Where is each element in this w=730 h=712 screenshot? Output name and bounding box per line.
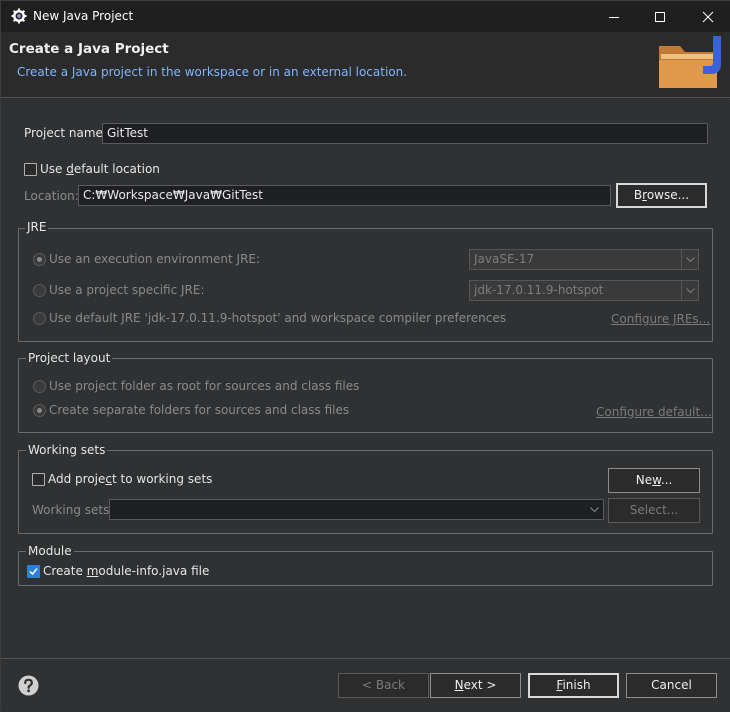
- close-window-button[interactable]: [685, 1, 730, 32]
- new-java-project-dialog: New Java Project Create a Java Project C…: [0, 0, 730, 712]
- project-layout-group-title: Project layout: [26, 351, 113, 365]
- layout-root-radio[interactable]: [33, 380, 46, 393]
- configure-jres-link[interactable]: Configure JREs...: [611, 312, 710, 326]
- jre-execution-env-radio[interactable]: [33, 253, 46, 266]
- wizard-title: Create a Java Project: [9, 41, 169, 57]
- checkmark-icon: [29, 568, 38, 576]
- title-bar: New Java Project: [1, 1, 730, 32]
- execution-env-select[interactable]: JavaSE-17: [469, 249, 699, 270]
- maximize-button[interactable]: [637, 1, 683, 32]
- help-icon[interactable]: [18, 675, 39, 696]
- project-name-input[interactable]: GitTest: [102, 123, 708, 144]
- working-sets-select[interactable]: [109, 499, 604, 520]
- chevron-down-icon: [681, 281, 698, 300]
- working-sets-group-title: Working sets: [26, 443, 108, 457]
- jre-default-label: Use default JRE 'jdk-17.0.11.9-hotspot' …: [49, 311, 506, 325]
- minimize-icon: [609, 16, 619, 18]
- minimize-button[interactable]: [591, 1, 637, 32]
- wizard-subtitle: Create a Java project in the workspace o…: [17, 65, 408, 79]
- browse-button[interactable]: Browse...: [616, 183, 707, 208]
- new-working-set-button[interactable]: New...: [608, 468, 700, 493]
- window-title: New Java Project: [33, 9, 134, 23]
- jre-group-title: JRE: [25, 220, 49, 234]
- add-to-working-sets-label: Add project to working sets: [48, 472, 213, 486]
- project-specific-jre-select[interactable]: jdk-17.0.11.9-hotspot: [469, 280, 699, 301]
- configure-default-link[interactable]: Configure default...: [596, 405, 712, 419]
- jre-execution-env-label: Use an execution environment JRE:: [49, 252, 261, 266]
- chevron-down-icon: [681, 250, 698, 269]
- wizard-body: Project name: GitTest Use default locati…: [1, 100, 730, 660]
- header-separator-shadow: [1, 98, 730, 99]
- chevron-down-icon: [586, 500, 603, 519]
- module-group-title: Module: [26, 544, 74, 558]
- use-default-location-checkbox[interactable]: [24, 163, 37, 176]
- jre-default-radio[interactable]: [33, 312, 46, 325]
- location-label: Location:: [24, 189, 79, 203]
- layout-separate-radio[interactable]: [33, 404, 46, 417]
- footer-separator: [1, 658, 730, 659]
- project-name-label: Project name:: [24, 126, 107, 140]
- maximize-icon: [655, 11, 665, 22]
- working-sets-label: Working sets:: [32, 503, 114, 517]
- jre-project-specific-radio[interactable]: [33, 284, 46, 297]
- use-default-location-label: Use default location: [40, 162, 160, 176]
- close-icon: [702, 11, 714, 22]
- eclipse-gear-icon: [11, 8, 27, 24]
- next-button[interactable]: Next >: [430, 673, 521, 698]
- wizard-header: Create a Java Project Create a Java proj…: [1, 32, 730, 98]
- project-layout-group: [18, 358, 713, 433]
- layout-root-label: Use project folder as root for sources a…: [49, 379, 360, 393]
- back-button[interactable]: < Back: [338, 673, 429, 698]
- wizard-footer: < Back Next > Finish Cancel: [1, 660, 730, 712]
- finish-button[interactable]: Finish: [528, 673, 619, 698]
- project-specific-jre-value: jdk-17.0.11.9-hotspot: [474, 283, 604, 297]
- cancel-button[interactable]: Cancel: [626, 673, 717, 698]
- java-project-folder-icon: [659, 36, 721, 88]
- select-working-sets-button[interactable]: Select...: [608, 498, 700, 523]
- create-module-info-checkbox[interactable]: [27, 565, 40, 578]
- layout-separate-label: Create separate folders for sources and …: [49, 403, 350, 417]
- execution-env-value: JavaSE-17: [474, 252, 535, 266]
- location-input[interactable]: C:₩Workspace₩Java₩GitTest: [78, 185, 611, 206]
- create-module-info-label: Create module-info.java file: [43, 564, 210, 578]
- jre-project-specific-label: Use a project specific JRE:: [49, 283, 205, 297]
- add-to-working-sets-checkbox[interactable]: [32, 473, 45, 486]
